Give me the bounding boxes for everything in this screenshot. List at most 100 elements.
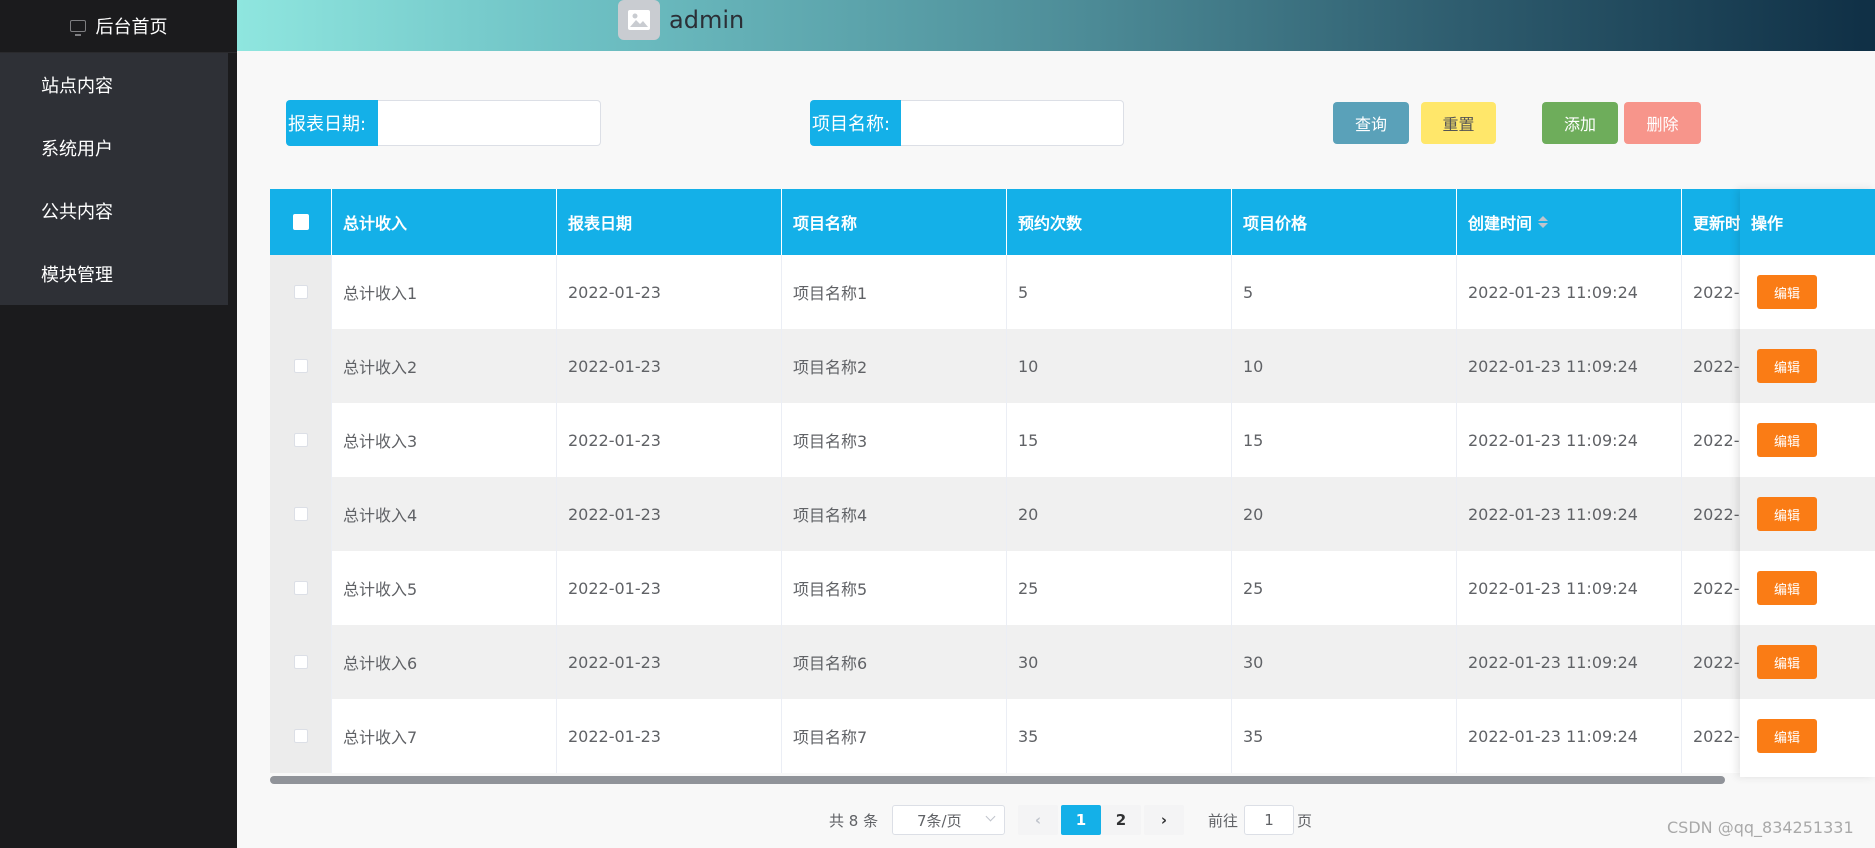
row-checkbox[interactable] xyxy=(293,285,308,299)
next-page-button[interactable]: › xyxy=(1144,805,1184,835)
operation-cell: 编辑 xyxy=(1740,477,1875,551)
edit-button[interactable]: 编辑 xyxy=(1757,571,1817,605)
top-header: admin xyxy=(237,0,1875,51)
row-checkbox[interactable] xyxy=(293,581,308,595)
edit-button[interactable]: 编辑 xyxy=(1757,719,1817,753)
column-header-created[interactable]: 创建时间 xyxy=(1457,189,1682,255)
row-select-cell xyxy=(270,625,332,699)
cell-income: 总计收入5 xyxy=(332,551,557,625)
page-button-1[interactable]: 1 xyxy=(1061,805,1101,835)
cell-report-date: 2022-01-23 xyxy=(557,477,782,551)
sidebar-item-site-content[interactable]: 站点内容 xyxy=(0,53,228,116)
cell-booking-count: 35 xyxy=(1007,699,1232,773)
operation-cell: 编辑 xyxy=(1740,551,1875,625)
cell-income: 总计收入7 xyxy=(332,699,557,773)
sidebar-item-system-users[interactable]: 系统用户 xyxy=(0,116,228,179)
sidebar: 后台首页 站点内容 系统用户 公共内容 模块管理 xyxy=(0,0,237,848)
table-header: 总计收入 报表日期 项目名称 预约次数 项目价格 创建时间 更新时 xyxy=(270,189,1875,255)
edit-button[interactable]: 编辑 xyxy=(1757,497,1817,531)
pagination-total: 共 8 条 xyxy=(829,812,879,830)
cell-booking-count: 15 xyxy=(1007,403,1232,477)
edit-button[interactable]: 编辑 xyxy=(1757,645,1817,679)
cell-project-name: 项目名称6 xyxy=(782,625,1007,699)
cell-project-name: 项目名称5 xyxy=(782,551,1007,625)
avatar[interactable] xyxy=(618,0,660,40)
add-button[interactable]: 添加 xyxy=(1542,102,1618,144)
cell-booking-count: 30 xyxy=(1007,625,1232,699)
select-all-cell xyxy=(270,189,332,255)
cell-project-price: 30 xyxy=(1232,625,1457,699)
column-header-income: 总计收入 xyxy=(332,189,557,255)
name-search-label: 项目名称: xyxy=(810,100,901,146)
select-all-checkbox[interactable] xyxy=(292,214,309,230)
row-checkbox[interactable] xyxy=(293,729,308,743)
sidebar-home[interactable]: 后台首页 xyxy=(0,0,237,53)
cell-booking-count: 5 xyxy=(1007,255,1232,329)
operation-cell: 编辑 xyxy=(1740,329,1875,403)
cell-created: 2022-01-23 11:09:24 xyxy=(1457,403,1682,477)
cell-project-price: 15 xyxy=(1232,403,1457,477)
column-header-updated: 更新时 xyxy=(1682,189,1741,255)
cell-created: 2022-01-23 11:09:24 xyxy=(1457,699,1682,773)
operation-cell: 编辑 xyxy=(1740,625,1875,699)
sidebar-item-label: 公共内容 xyxy=(41,201,113,223)
cell-created: 2022-01-23 11:09:24 xyxy=(1457,625,1682,699)
cell-created: 2022-01-23 11:09:24 xyxy=(1457,255,1682,329)
username[interactable]: admin xyxy=(669,6,744,34)
cell-income: 总计收入6 xyxy=(332,625,557,699)
cell-project-price: 20 xyxy=(1232,477,1457,551)
cell-project-price: 35 xyxy=(1232,699,1457,773)
table-row: 总计收入5 2022-01-23 项目名称5 25 25 2022-01-23 … xyxy=(270,551,1875,625)
cell-report-date: 2022-01-23 xyxy=(557,255,782,329)
page-size-select[interactable]: 7条/页 xyxy=(892,805,1005,835)
image-icon xyxy=(628,10,650,30)
chevron-down-icon xyxy=(985,811,996,822)
prev-page-button[interactable]: ‹ xyxy=(1018,805,1058,835)
cell-updated: 2022-0 xyxy=(1682,255,1741,329)
operation-cell: 编辑 xyxy=(1740,699,1875,773)
goto-suffix: 页 xyxy=(1297,812,1313,830)
cell-project-name: 项目名称1 xyxy=(782,255,1007,329)
row-select-cell xyxy=(270,329,332,403)
cell-created: 2022-01-23 11:09:24 xyxy=(1457,329,1682,403)
delete-button[interactable]: 删除 xyxy=(1624,102,1701,144)
sidebar-item-label: 站点内容 xyxy=(41,75,113,97)
sort-icon[interactable] xyxy=(1538,216,1549,228)
sidebar-item-module-management[interactable]: 模块管理 xyxy=(0,242,228,305)
table-row: 总计收入2 2022-01-23 项目名称2 10 10 2022-01-23 … xyxy=(270,329,1875,403)
column-header-booking-count: 预约次数 xyxy=(1007,189,1232,255)
page-button-2[interactable]: 2 xyxy=(1101,805,1141,835)
goto-prefix: 前往 xyxy=(1208,812,1239,830)
date-search-input[interactable] xyxy=(378,100,601,146)
name-search-input[interactable] xyxy=(901,100,1124,146)
cell-income: 总计收入4 xyxy=(332,477,557,551)
row-select-cell xyxy=(270,255,332,329)
cell-income: 总计收入1 xyxy=(332,255,557,329)
row-checkbox[interactable] xyxy=(293,507,308,521)
cell-booking-count: 25 xyxy=(1007,551,1232,625)
horizontal-scrollbar[interactable] xyxy=(270,776,1725,784)
reset-button[interactable]: 重置 xyxy=(1421,102,1496,144)
cell-project-name: 项目名称7 xyxy=(782,699,1007,773)
cell-booking-count: 20 xyxy=(1007,477,1232,551)
edit-button[interactable]: 编辑 xyxy=(1757,349,1817,383)
row-select-cell xyxy=(270,551,332,625)
goto-page-input[interactable]: 1 xyxy=(1244,805,1294,835)
edit-button[interactable]: 编辑 xyxy=(1757,275,1817,309)
cell-report-date: 2022-01-23 xyxy=(557,625,782,699)
cell-updated: 2022-0 xyxy=(1682,403,1741,477)
row-checkbox[interactable] xyxy=(293,433,308,447)
query-button[interactable]: 查询 xyxy=(1333,102,1409,144)
sidebar-menu: 站点内容 系统用户 公共内容 模块管理 xyxy=(0,53,228,305)
cell-income: 总计收入3 xyxy=(332,403,557,477)
row-select-cell xyxy=(270,403,332,477)
row-checkbox[interactable] xyxy=(293,655,308,669)
column-header-created-label: 创建时间 xyxy=(1468,214,1533,233)
cell-created: 2022-01-23 11:09:24 xyxy=(1457,551,1682,625)
edit-button[interactable]: 编辑 xyxy=(1757,423,1817,457)
cell-updated: 2022-0 xyxy=(1682,477,1741,551)
row-checkbox[interactable] xyxy=(293,359,308,373)
cell-project-name: 项目名称2 xyxy=(782,329,1007,403)
sidebar-item-public-content[interactable]: 公共内容 xyxy=(0,179,228,242)
table-row: 总计收入4 2022-01-23 项目名称4 20 20 2022-01-23 … xyxy=(270,477,1875,551)
